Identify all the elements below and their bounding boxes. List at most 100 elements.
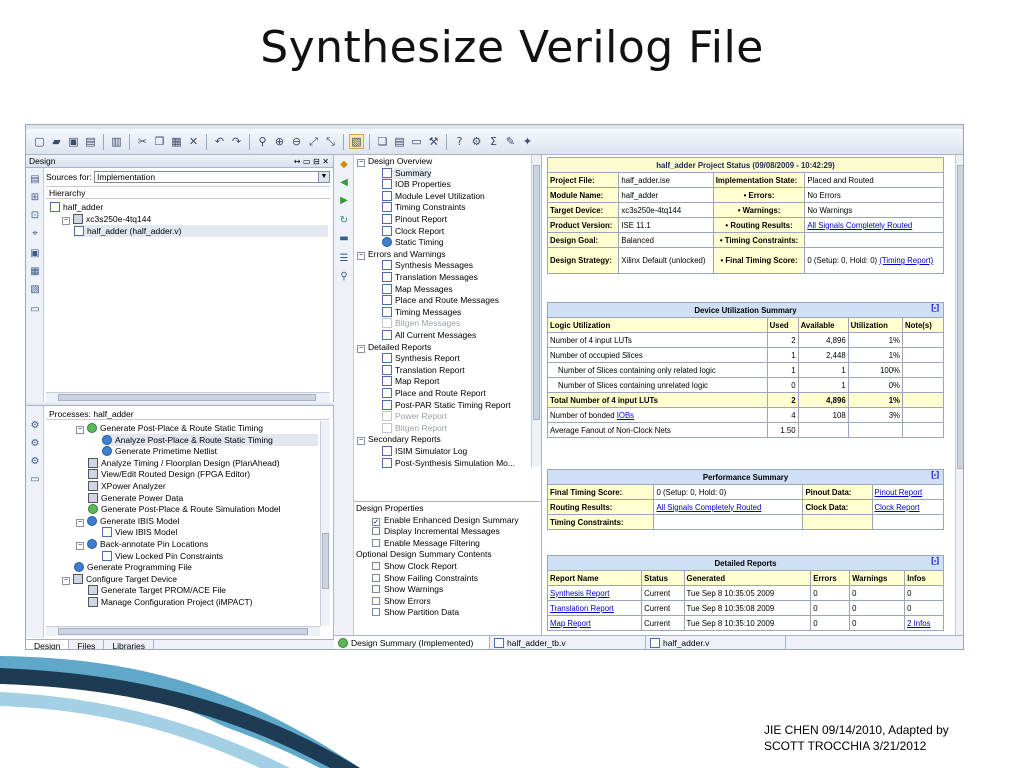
iobs-link[interactable]: IOBs (617, 411, 634, 420)
print-icon[interactable]: ▥ (109, 134, 124, 149)
hierarchy-horizontal-scrollbar[interactable] (46, 392, 330, 402)
process-item[interactable]: Analyze Timing / Floorplan Design (PlanA… (88, 457, 318, 469)
property-checkbox-row[interactable]: Show Clock Report (372, 561, 457, 573)
summary-tree-item[interactable]: Timing Messages (382, 306, 461, 319)
report-link[interactable]: All Signals Completely Routed (656, 503, 761, 512)
summary-tree-item[interactable]: Module Level Utilization (382, 190, 485, 203)
open-icon[interactable]: ▰ (49, 134, 64, 149)
new-source-icon[interactable]: ⊡ (29, 210, 41, 222)
summary-tree-item[interactable]: ISIM Simulator Log (382, 446, 467, 458)
summary-tree-item[interactable]: Map Report (382, 376, 439, 388)
processes-vertical-scrollbar[interactable] (320, 421, 330, 626)
report-link[interactable]: 2 Infos (907, 619, 930, 628)
list-icon[interactable]: ☰ (338, 253, 350, 265)
checkbox[interactable] (372, 585, 380, 594)
save-all-icon[interactable]: ▤ (83, 134, 98, 149)
scrollbar-thumb[interactable] (533, 165, 540, 420)
window-icon[interactable]: ▭ (409, 134, 424, 149)
report-link[interactable]: Pinout Report (875, 488, 923, 497)
summary-tree-item[interactable]: Timing Constraints (382, 202, 466, 214)
report-link[interactable]: Map Report (550, 619, 591, 628)
delete-icon[interactable]: ✕ (186, 134, 201, 149)
collapse-icon[interactable]: − (357, 159, 365, 167)
properties-icon[interactable]: ⚒ (426, 134, 441, 149)
process-item[interactable]: Generate Target PROM/ACE File (88, 584, 318, 596)
collapse-device-utilization-link[interactable]: [-] (931, 303, 939, 312)
collapse-icon[interactable]: − (62, 217, 70, 225)
scrollbar-thumb[interactable] (957, 165, 963, 469)
hierarchy-item[interactable]: half_adder (50, 201, 328, 213)
checkbox[interactable] (372, 608, 380, 617)
collapse-performance-link[interactable]: [-] (931, 470, 939, 479)
zoom-fit-icon[interactable]: ⤢ (306, 134, 321, 149)
process-window-icon[interactable]: ▭ (29, 474, 41, 486)
process-item[interactable]: − Configure Target Device (62, 573, 318, 585)
summary-tree-item[interactable]: Place and Route Messages (382, 295, 499, 307)
process-item[interactable]: Analyze Post-Place & Route Static Timing (102, 433, 318, 446)
process-item[interactable]: Generate Primetime Netlist (102, 445, 318, 457)
process-item[interactable]: − Generate IBIS Model (76, 515, 318, 527)
collapse-detailed-link[interactable]: [-] (931, 556, 939, 565)
add-source-icon[interactable]: ▤ (29, 174, 41, 186)
summary-tree-item[interactable]: Pinout Report (382, 214, 447, 226)
property-checkbox-row[interactable]: Show Partition Data (372, 607, 459, 619)
summary-tree-item[interactable]: − Design Overview (357, 156, 432, 168)
collapse-icon[interactable]: − (76, 542, 84, 550)
help-icon[interactable]: ? (452, 134, 467, 149)
process-item[interactable]: Generate Power Data (88, 492, 318, 504)
rerun-all-icon[interactable]: ⚙ (29, 456, 41, 468)
forward-arrow-icon[interactable]: ▶ (338, 195, 350, 207)
implement-icon[interactable]: ⚙ (469, 134, 484, 149)
source-properties-icon[interactable]: ▣ (29, 248, 41, 260)
process-item[interactable]: XPower Analyzer (88, 480, 318, 492)
summary-tree-item[interactable]: Summary (382, 167, 432, 180)
property-checkbox-row[interactable]: Show Warnings (372, 584, 443, 596)
report-link[interactable]: Translation Report (550, 604, 614, 613)
chevron-down-icon[interactable]: ▼ (318, 172, 329, 182)
summary-tree-item[interactable]: Synthesis Report (382, 353, 460, 365)
summary-tree-item[interactable]: Translation Messages (382, 272, 478, 284)
scrollbar-thumb[interactable] (58, 394, 316, 401)
copy-icon[interactable]: ❐ (152, 134, 167, 149)
processes-horizontal-scrollbar[interactable] (46, 626, 320, 636)
summary-tree-item[interactable]: Synthesis Messages (382, 260, 473, 272)
save-icon[interactable]: ▣ (66, 134, 81, 149)
back-arrow-icon[interactable]: ◀ (338, 177, 350, 189)
panel-window-controls[interactable]: ↔ ▭ ⊟ ✕ (294, 155, 329, 168)
tools-icon[interactable]: ✎ (503, 134, 518, 149)
hierarchy-icon[interactable]: ⌖ (29, 228, 41, 240)
summary-tree-item[interactable]: Map Messages (382, 283, 453, 296)
collapse-icon[interactable]: − (76, 518, 84, 527)
process-item[interactable]: Generate Programming File (74, 561, 318, 573)
property-checkbox-row[interactable]: Enable Message Filtering (372, 538, 480, 550)
summary-tree-item[interactable]: Post-PAR Static Timing Report (382, 399, 511, 412)
report-link[interactable]: Clock Report (875, 503, 920, 512)
refresh-icon[interactable]: ↻ (338, 215, 350, 227)
sources-for-dropdown[interactable]: Implementation ▼ (94, 171, 330, 183)
process-item[interactable]: − Back-annotate Pin Locations (76, 538, 318, 550)
summary-tree-scrollbar[interactable] (531, 155, 541, 467)
hierarchy-item[interactable]: half_adder (half_adder.v) (74, 225, 328, 237)
find-icon[interactable]: ⚲ (255, 134, 270, 149)
add-copy-source-icon[interactable]: ⊞ (29, 192, 41, 204)
paste-icon[interactable]: ▦ (169, 134, 184, 149)
process-run-icon[interactable]: ⚙ (29, 420, 41, 432)
process-item[interactable]: Manage Configuration Project (iMPACT) (88, 596, 318, 608)
zoom-full-icon[interactable]: ⤡ (323, 134, 338, 149)
binoculars-icon[interactable]: ⚲ (338, 271, 350, 283)
cascade-icon[interactable]: ❏ (375, 134, 390, 149)
report-doc-icon[interactable]: ▧ (29, 284, 41, 296)
process-item[interactable]: View/Edit Routed Design (FPGA Editor) (88, 468, 318, 480)
property-checkbox-row[interactable]: Show Errors (372, 596, 431, 608)
summary-tree-item[interactable]: IOB Properties (382, 179, 451, 191)
checkbox[interactable] (372, 562, 380, 570)
collapse-icon[interactable]: − (62, 576, 70, 585)
window-icon[interactable]: ▭ (29, 304, 41, 316)
checkbox[interactable] (372, 538, 380, 547)
summary-tree-item[interactable]: − Detailed Reports (357, 342, 431, 354)
scrollbar-thumb[interactable] (322, 533, 329, 589)
summary-tree-item[interactable]: Bitgen Report (382, 422, 447, 435)
property-checkbox-row[interactable]: ✓ Enable Enhanced Design Summary (372, 515, 519, 527)
process-item[interactable]: Generate Post-Place & Route Simulation M… (88, 503, 318, 515)
process-item[interactable]: View Locked Pin Constraints (102, 550, 318, 562)
